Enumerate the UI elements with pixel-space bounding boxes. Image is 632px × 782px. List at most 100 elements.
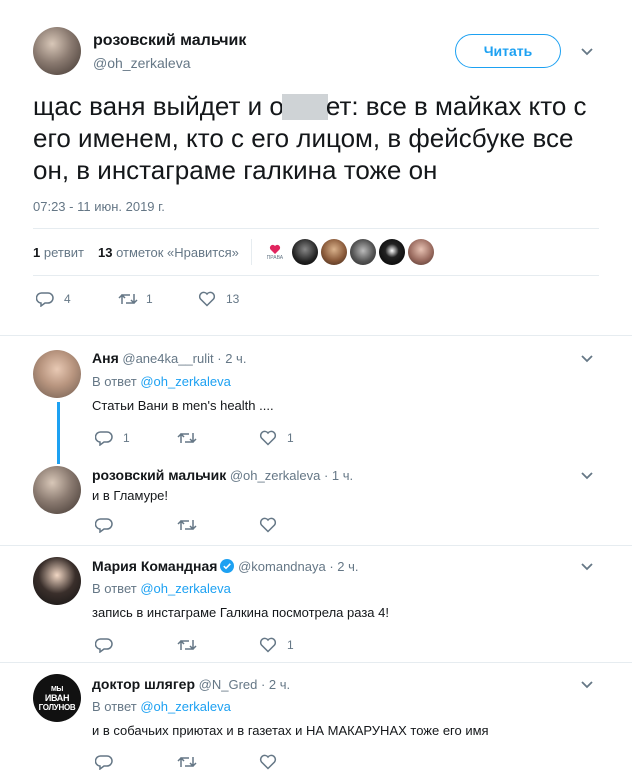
stat-divider — [250, 239, 252, 265]
retweets-stat[interactable]: 1 ретвит — [33, 245, 84, 260]
reply-author-name[interactable]: Мария Командная — [92, 558, 217, 574]
reply-to-line: В ответ @oh_zerkaleva — [92, 581, 231, 596]
chevron-down-icon[interactable] — [580, 352, 594, 366]
reply-text: Статьи Вани в men's health .... — [92, 398, 274, 413]
liker-avatar[interactable] — [407, 239, 434, 265]
reply-author-name[interactable]: розовский мальчик — [92, 467, 226, 483]
tweet-timestamp[interactable]: 07:23 - 11 июн. 2019 г. — [33, 199, 165, 214]
reply-time[interactable]: · 2 ч. — [261, 677, 290, 692]
reply-action[interactable] — [95, 637, 177, 653]
reply-icon — [95, 431, 113, 446]
likes-stat[interactable]: 13 отметок «Нравится» — [98, 245, 239, 260]
like-action[interactable]: 1 — [259, 637, 294, 653]
like-action[interactable]: 13 — [198, 291, 239, 307]
like-icon — [198, 291, 216, 307]
reply-time[interactable]: · 2 ч. — [329, 559, 358, 574]
reply-actions: 1 1 — [95, 430, 294, 446]
reply-time[interactable]: · 2 ч. — [217, 351, 246, 366]
like-count: 1 — [287, 431, 294, 445]
like-count: 13 — [226, 292, 240, 306]
retweet-action[interactable]: 1 — [118, 292, 198, 306]
reply-action[interactable] — [95, 517, 177, 533]
liker-badge-text: ПРАВА — [266, 254, 284, 261]
chevron-down-icon[interactable] — [580, 678, 594, 692]
reply-to-prefix: В ответ — [92, 581, 137, 596]
retweet-icon — [177, 639, 197, 651]
retweet-action[interactable] — [177, 518, 259, 532]
tweet-text: щас ваня выйдет и о ет: все в майках кто … — [33, 90, 603, 186]
retweets-label: ретвит — [43, 244, 84, 260]
retweets-count: 1 — [33, 244, 41, 260]
reply-text: и в собачьих приютах и в газетах и НА МА… — [92, 723, 489, 738]
reply-icon — [95, 518, 113, 533]
liker-badge-avatar[interactable]: ПРАВА — [262, 239, 288, 265]
engagement-stats: 1 ретвит 13 отметок «Нравится» ПРАВА — [33, 228, 599, 276]
author-name[interactable]: розовский мальчик — [93, 32, 246, 50]
retweet-action[interactable] — [177, 431, 259, 445]
reply-actions — [95, 517, 277, 533]
chevron-down-icon[interactable] — [580, 469, 594, 483]
author-avatar[interactable] — [33, 27, 81, 75]
reply-author-handle[interactable]: @komandnaya — [238, 559, 326, 574]
liker-avatar[interactable] — [349, 239, 376, 265]
reply-author-handle[interactable]: @ane4ka__rulit — [122, 351, 213, 366]
like-action[interactable] — [259, 754, 277, 770]
like-action[interactable]: 1 — [259, 430, 294, 446]
author-handle[interactable]: @oh_zerkaleva — [93, 55, 191, 71]
avatar-text-line: ГОЛУНОВ — [38, 702, 76, 712]
reply-icon — [36, 292, 54, 307]
reply-action[interactable] — [95, 754, 177, 770]
reply-avatar[interactable] — [33, 350, 81, 398]
retweet-action[interactable] — [177, 638, 259, 652]
reply-count: 1 — [123, 431, 130, 445]
reply-to-handle[interactable]: @oh_zerkaleva — [140, 374, 231, 389]
liker-avatar[interactable] — [291, 239, 318, 265]
liker-avatar[interactable] — [378, 239, 405, 265]
reply-header: Мария Командная @komandnaya · 2 ч. — [92, 558, 359, 574]
reply-time[interactable]: · 1 ч. — [324, 468, 353, 483]
chevron-down-icon[interactable] — [580, 45, 594, 59]
retweet-icon — [177, 519, 197, 531]
like-action[interactable] — [259, 517, 277, 533]
likes-label: отметок «Нравится» — [116, 244, 239, 260]
like-icon — [259, 430, 277, 446]
main-tweet: розовский мальчик @oh_zerkaleva Читать щ… — [0, 0, 632, 336]
reply-to-handle[interactable]: @oh_zerkaleva — [140, 581, 231, 596]
like-icon — [259, 517, 277, 533]
reply-action[interactable]: 1 — [95, 430, 177, 446]
reply-actions: 1 — [95, 637, 294, 653]
tweet-text-part-1: щас ваня выйдет и о — [33, 91, 284, 121]
reply-count: 4 — [64, 292, 71, 306]
liker-avatar[interactable] — [320, 239, 347, 265]
reply-avatar[interactable] — [33, 557, 81, 605]
reply-text: и в Гламуре! — [92, 488, 169, 503]
reply-author-name[interactable]: доктор шлягер — [92, 676, 195, 692]
heart-icon — [269, 244, 280, 254]
follow-button[interactable]: Читать — [455, 34, 561, 68]
redaction-block — [281, 94, 328, 120]
reply-author-handle[interactable]: @N_Gred — [199, 677, 258, 692]
reply-avatar[interactable] — [33, 466, 81, 514]
reply-author-handle[interactable]: @oh_zerkaleva — [230, 468, 321, 483]
reply-avatar[interactable]: МЫ ИВАН ГОЛУНОВ — [33, 674, 81, 722]
retweet-action[interactable] — [177, 755, 259, 769]
retweet-count: 1 — [146, 292, 153, 306]
reply-to-line: В ответ @oh_zerkaleva — [92, 699, 231, 714]
reply-text: запись в инстаграме Галкина посмотрела р… — [92, 605, 389, 620]
retweet-icon — [118, 293, 138, 305]
reply-icon — [95, 638, 113, 653]
reply-to-handle[interactable]: @oh_zerkaleva — [140, 699, 231, 714]
reply-divider — [0, 662, 632, 663]
avatar-text: МЫ ИВАН ГОЛУНОВ — [39, 685, 76, 712]
reply-to-line: В ответ @oh_zerkaleva — [92, 374, 231, 389]
reply-action[interactable]: 4 — [36, 291, 118, 307]
likes-count: 13 — [97, 244, 113, 260]
reply-author-name[interactable]: Аня — [92, 350, 119, 366]
retweet-icon — [177, 756, 197, 768]
verified-badge-icon — [220, 559, 235, 573]
retweet-icon — [177, 432, 197, 444]
reply-actions — [95, 754, 277, 770]
thread-connector-line — [57, 402, 60, 464]
reply-icon — [95, 755, 113, 770]
chevron-down-icon[interactable] — [580, 560, 594, 574]
